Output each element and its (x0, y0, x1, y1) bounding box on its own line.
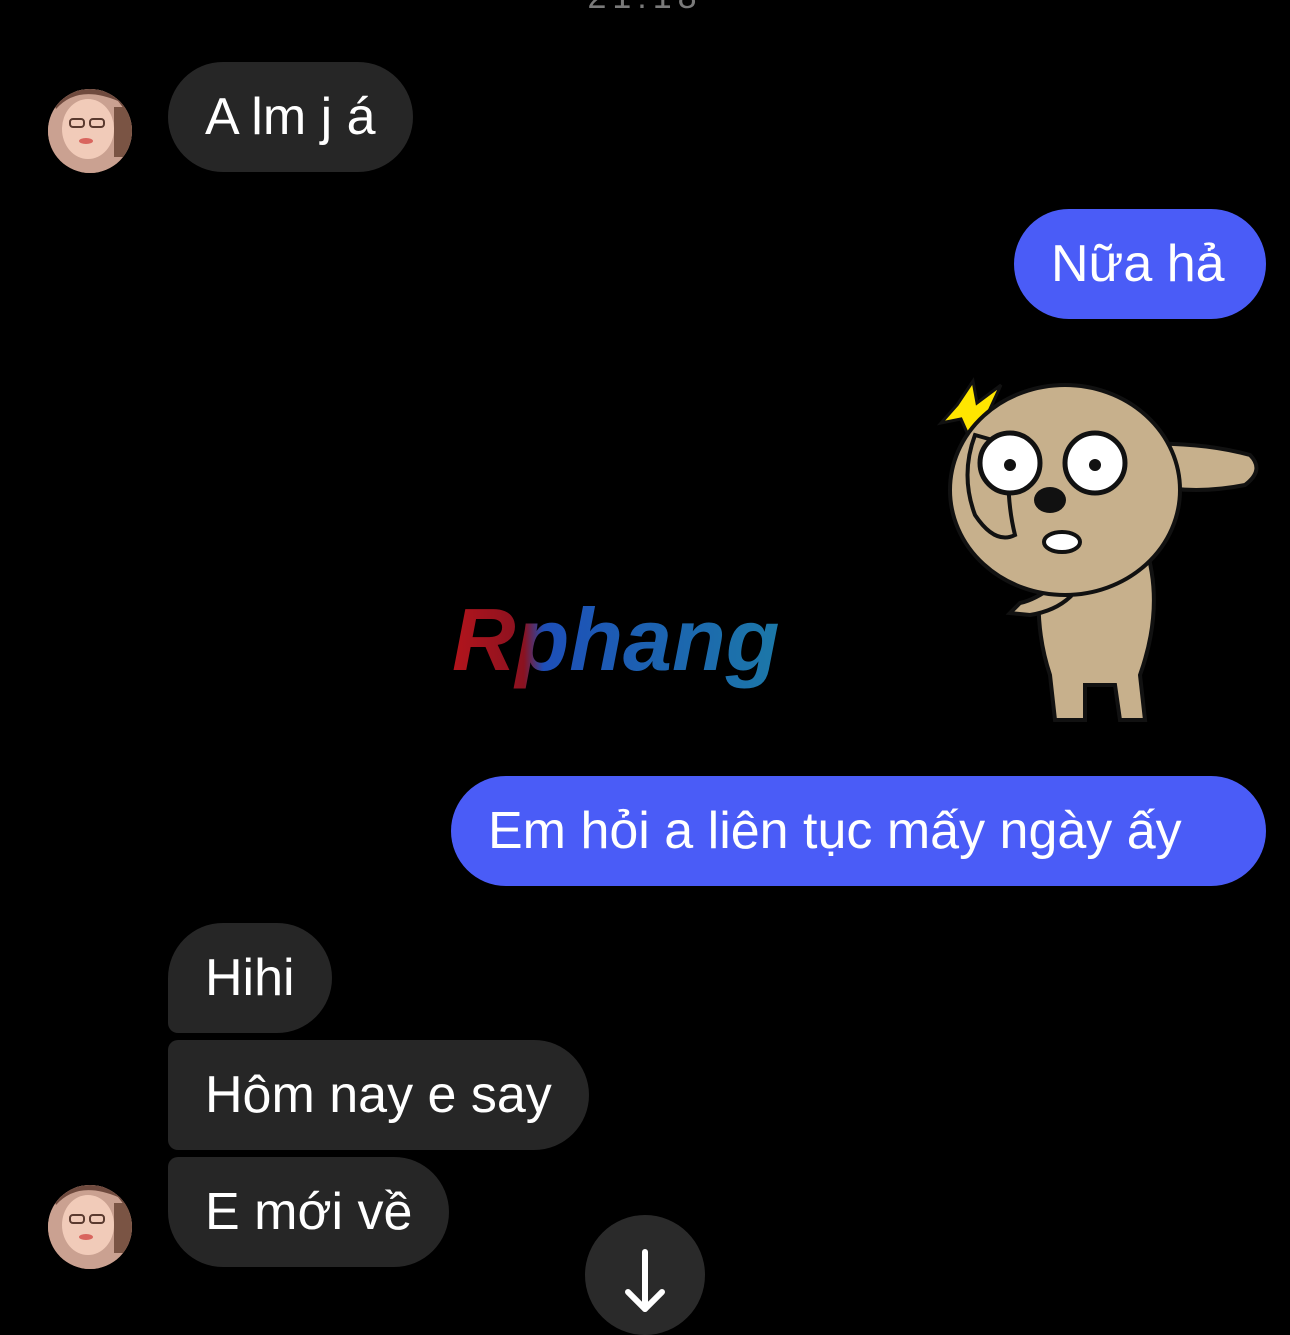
contact-avatar[interactable] (48, 89, 132, 173)
startled-dog-sticker[interactable] (935, 375, 1265, 735)
incoming-message-bubble[interactable]: Hihi (168, 923, 332, 1033)
watermark-logo: Rphang (452, 600, 780, 689)
incoming-message-bubble[interactable]: A lm j á (168, 62, 413, 172)
incoming-message-bubble[interactable]: Hôm nay e say (168, 1040, 589, 1150)
message-timestamp: 21:18 (0, 0, 1290, 17)
scroll-to-bottom-button[interactable] (585, 1215, 705, 1335)
avatar-photo (48, 1185, 132, 1269)
outgoing-message-bubble[interactable]: Em hỏi a liên tục mấy ngày ấy (451, 776, 1266, 886)
svg-text:Rphang: Rphang (452, 600, 780, 689)
arrow-down-icon (625, 1249, 665, 1312)
contact-avatar[interactable] (48, 1185, 132, 1269)
incoming-message-bubble[interactable]: E mới về (168, 1157, 450, 1267)
avatar-photo (48, 89, 132, 173)
outgoing-message-bubble[interactable]: Nữa hả (1014, 209, 1266, 319)
